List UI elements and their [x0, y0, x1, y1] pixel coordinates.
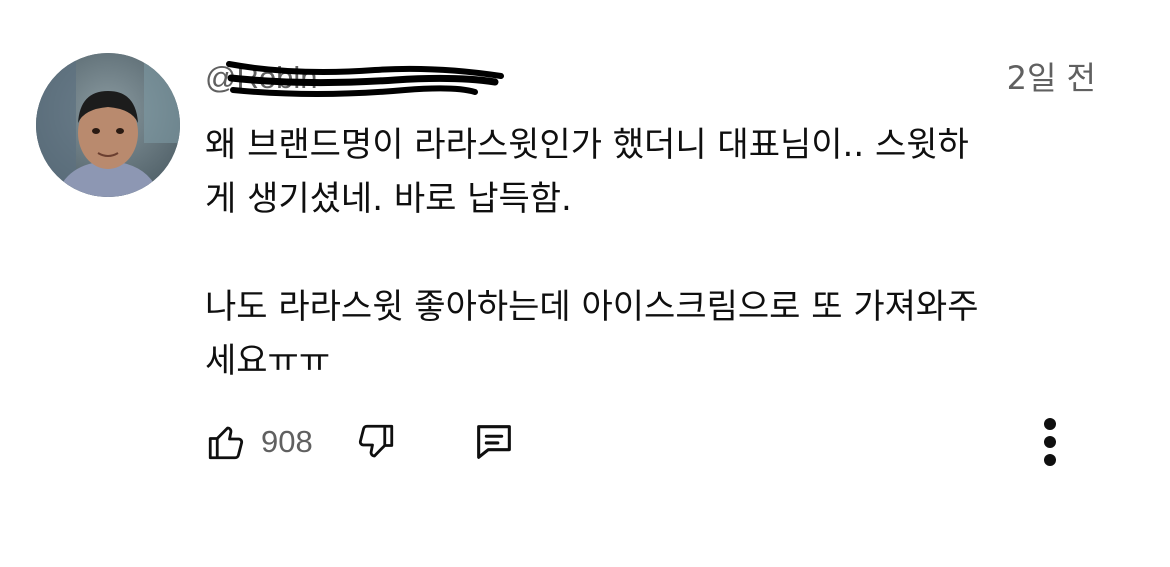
more-vertical-icon [1044, 418, 1056, 466]
author-row: @Robin [205, 56, 505, 100]
comment-timestamp: 2일 전 [1006, 59, 1096, 97]
comment-line: 게 생기셨네. 바로 납득함. [205, 179, 572, 219]
author-handle[interactable]: @Robin [205, 60, 317, 95]
thumbs-down-icon [358, 424, 394, 458]
like-count: 908 [261, 424, 313, 459]
dislike-button[interactable] [355, 412, 397, 472]
more-actions-button[interactable] [1030, 412, 1070, 472]
comment-line-blank [205, 226, 1105, 280]
thumbs-up-icon [208, 426, 244, 460]
comment-body: 왜 브랜드명이 라라스윗인가 했더니 대표님이.. 스윗하 게 생기셨네. 바로… [205, 118, 1105, 388]
comment-card: @Robin 2일 전 왜 브랜드명이 라라스윗인가 했더니 대표님이.. 스윗… [0, 0, 1170, 567]
comment-line: 나도 라라스윗 좋아하는데 아이스크림으로 또 가져와주 [205, 287, 979, 327]
like-button[interactable]: 908 [205, 412, 313, 472]
comment-icon [477, 425, 511, 459]
reply-button[interactable] [470, 412, 518, 472]
comment-line: 세요ㅠㅠ [205, 341, 331, 381]
avatar-image [36, 53, 180, 197]
comment-line: 왜 브랜드명이 라라스윗인가 했더니 대표님이.. 스윗하 [205, 125, 969, 165]
comment-actions: 908 [205, 412, 1125, 472]
avatar[interactable] [36, 53, 180, 197]
